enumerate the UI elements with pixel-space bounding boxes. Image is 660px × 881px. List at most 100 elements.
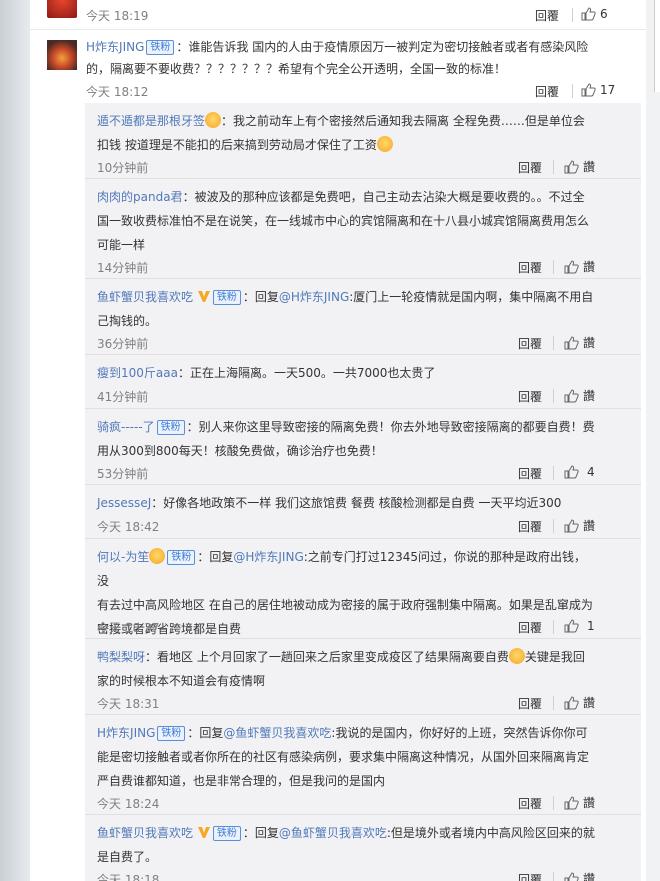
reply-time: 53分钟前: [97, 467, 149, 481]
reply-text: 骑疯-----了 铁粉 ：别人来你这里导致密接的隔离免费！你去外地导致密接隔离的都要…: [97, 420, 595, 458]
like-button[interactable]: 讚: [563, 517, 595, 534]
reply-text: H炸东JING 铁粉 ：回复@鱼虾蟹贝我喜欢吃:我说的是国内，你好好的上班，突然告诉…: [97, 726, 590, 788]
reply-button[interactable]: 回覆: [518, 259, 542, 276]
reply-text: 鱼虾蟹贝我喜欢吃 铁粉 ：回复@鱼虾蟹贝我喜欢吃:但是境外或者境内中高风险区回来的…: [97, 826, 595, 864]
reply-button[interactable]: 回覆: [518, 695, 542, 712]
reply-button[interactable]: 回覆: [518, 335, 542, 352]
comment-time: 今天 18:19: [86, 9, 149, 23]
emoji-icon: [376, 136, 393, 152]
like-button[interactable]: 讚: [563, 794, 595, 811]
avatar[interactable]: [47, 40, 77, 70]
user-name[interactable]: 骑疯-----了: [97, 420, 155, 434]
like-button[interactable]: 17: [580, 82, 615, 98]
reply-list: 遁不遁都是那根牙签 ：我之前动车上有个密接然后通知我去隔离 全程免费……但是单位会…: [85, 103, 641, 881]
divider: [553, 260, 554, 274]
like-button[interactable]: 讚: [563, 870, 595, 881]
reply-button[interactable]: 回覆: [518, 159, 542, 176]
fan-badge[interactable]: 铁粉: [157, 726, 186, 741]
like-label: 讚: [583, 260, 596, 274]
user-name[interactable]: 何以-为笙: [97, 550, 149, 564]
divider: [572, 8, 573, 22]
reply-item: 鱼虾蟹贝我喜欢吃 铁粉 ：回复@鱼虾蟹贝我喜欢吃:但是境外或者境内中高风险区回来的…: [85, 815, 641, 881]
reply-time: 今天 18:24: [97, 797, 160, 811]
divider: [553, 336, 554, 350]
thumbs-up-icon: [564, 159, 579, 173]
reply-item: H炸东JING 铁粉 ：回复@鱼虾蟹贝我喜欢吃:我说的是国内，你好好的上班，突然告诉…: [85, 715, 641, 815]
reply-text: JessesseJ：好像各地政策不一样 我们这旅馆费 餐费 核酸检测都是自费 一…: [97, 496, 562, 510]
divider: [553, 796, 554, 810]
divider: [553, 872, 554, 881]
user-name[interactable]: 鱼虾蟹贝我喜欢吃: [97, 826, 193, 840]
thumbs-up-icon: [564, 871, 579, 881]
thumbs-up-icon: [564, 518, 579, 532]
thumbs-up-icon: [564, 619, 579, 633]
emoji-icon: [205, 112, 222, 128]
like-button[interactable]: 讚: [563, 258, 595, 275]
user-name[interactable]: 鱼虾蟹贝我喜欢吃: [97, 290, 193, 304]
like-button[interactable]: 讚: [563, 334, 595, 351]
vip-icon: [197, 827, 210, 838]
thumbs-up-icon: [564, 465, 579, 479]
like-count: 4: [587, 465, 595, 479]
like-button[interactable]: 讚: [563, 387, 595, 404]
user-name[interactable]: H炸东JING: [97, 726, 155, 740]
user-name[interactable]: 瘦到100斤aaa: [97, 366, 178, 380]
like-button[interactable]: 1: [563, 618, 595, 634]
like-count: 6: [600, 7, 608, 21]
mention-link[interactable]: @H炸东JING: [279, 290, 349, 304]
thumbs-up-icon: [581, 7, 596, 21]
reply-item: 骑疯-----了 铁粉 ：别人来你这里导致密接的隔离免费！你去外地导致密接隔离的都要…: [85, 409, 641, 485]
emoji-icon: [149, 548, 166, 564]
reply-item: 瘦到100斤aaa：正在上海隔离。一天500。一共7000也太贵了 41分钟前 …: [85, 355, 641, 409]
like-button[interactable]: 讚: [563, 694, 595, 711]
fan-badge[interactable]: 铁粉: [146, 40, 175, 55]
user-name[interactable]: 肉肉的panda君: [97, 190, 183, 204]
fan-badge[interactable]: 铁粉: [156, 420, 185, 435]
comment-time: 今天 18:12: [86, 85, 149, 99]
reply-button[interactable]: 回覆: [518, 795, 542, 812]
reply-button[interactable]: 回覆: [518, 871, 542, 881]
reply-time: 今天 18:37: [97, 621, 160, 635]
mention-link[interactable]: @鱼虾蟹贝我喜欢吃: [279, 826, 387, 840]
thumbs-up-icon: [564, 388, 579, 402]
reply-text: 鱼虾蟹贝我喜欢吃 铁粉 ：回复@H炸东JING:厦门上一轮疫情就是国内啊，集中隔离…: [97, 290, 594, 328]
user-name[interactable]: JessesseJ: [97, 496, 151, 510]
reply-button[interactable]: 回覆: [518, 518, 542, 535]
reply-button[interactable]: 回覆: [518, 465, 542, 482]
reply-button[interactable]: 回覆: [535, 7, 559, 24]
divider: [553, 466, 554, 480]
user-name[interactable]: 鸭梨梨呀: [97, 650, 145, 664]
divider: [553, 160, 554, 174]
like-label: 讚: [583, 336, 596, 350]
divider: [553, 389, 554, 403]
reply-time: 41分钟前: [97, 390, 149, 404]
mention-link[interactable]: @鱼虾蟹贝我喜欢吃: [223, 726, 331, 740]
divider: [572, 84, 573, 98]
side-card: [654, 0, 660, 92]
user-name[interactable]: 遁不遁都是那根牙签: [97, 114, 205, 128]
thumbs-up-icon: [564, 795, 579, 809]
user-name[interactable]: H炸东JING: [86, 40, 144, 54]
like-button[interactable]: 讚: [563, 158, 595, 175]
reply-text: 肉肉的panda君：被波及的那种应该都是免费吧，自己主动去沾染大概是要收费的。。…: [97, 190, 590, 252]
vip-icon: [197, 291, 210, 302]
divider: [553, 696, 554, 710]
fan-badge[interactable]: 铁粉: [167, 550, 196, 565]
reply-time: 10分钟前: [97, 161, 149, 175]
reply-button[interactable]: 回覆: [535, 83, 559, 100]
reply-button[interactable]: 回覆: [518, 388, 542, 405]
like-button[interactable]: 4: [563, 464, 595, 480]
like-button[interactable]: 6: [580, 6, 608, 22]
reply-item: 何以-为笙 铁粉 ：回复@H炸东JING:之前专门打过12345问过，你说的那种是政…: [85, 539, 641, 639]
comment-text: H炸东JING 铁粉 ：谁能告诉我 国内的人由于疫情原因万一被判定为密切接触者或者有…: [86, 36, 626, 80]
reply-item: 鱼虾蟹贝我喜欢吃 铁粉 ：回复@H炸东JING:厦门上一轮疫情就是国内啊，集中隔离…: [85, 279, 641, 355]
mention-link[interactable]: @H炸东JING: [233, 550, 303, 564]
avatar[interactable]: [47, 0, 77, 18]
reply-time: 36分钟前: [97, 337, 149, 351]
reply-text: 鸭梨梨呀：看地区 上个月回家了一趟回来之后家里变成疫区了结果隔离要自费 关键是我回…: [97, 648, 585, 688]
fan-badge[interactable]: 铁粉: [212, 290, 241, 305]
fan-badge[interactable]: 铁粉: [212, 826, 241, 841]
reply-button[interactable]: 回覆: [518, 619, 542, 636]
like-label: 讚: [583, 872, 596, 881]
like-label: 讚: [583, 519, 596, 533]
